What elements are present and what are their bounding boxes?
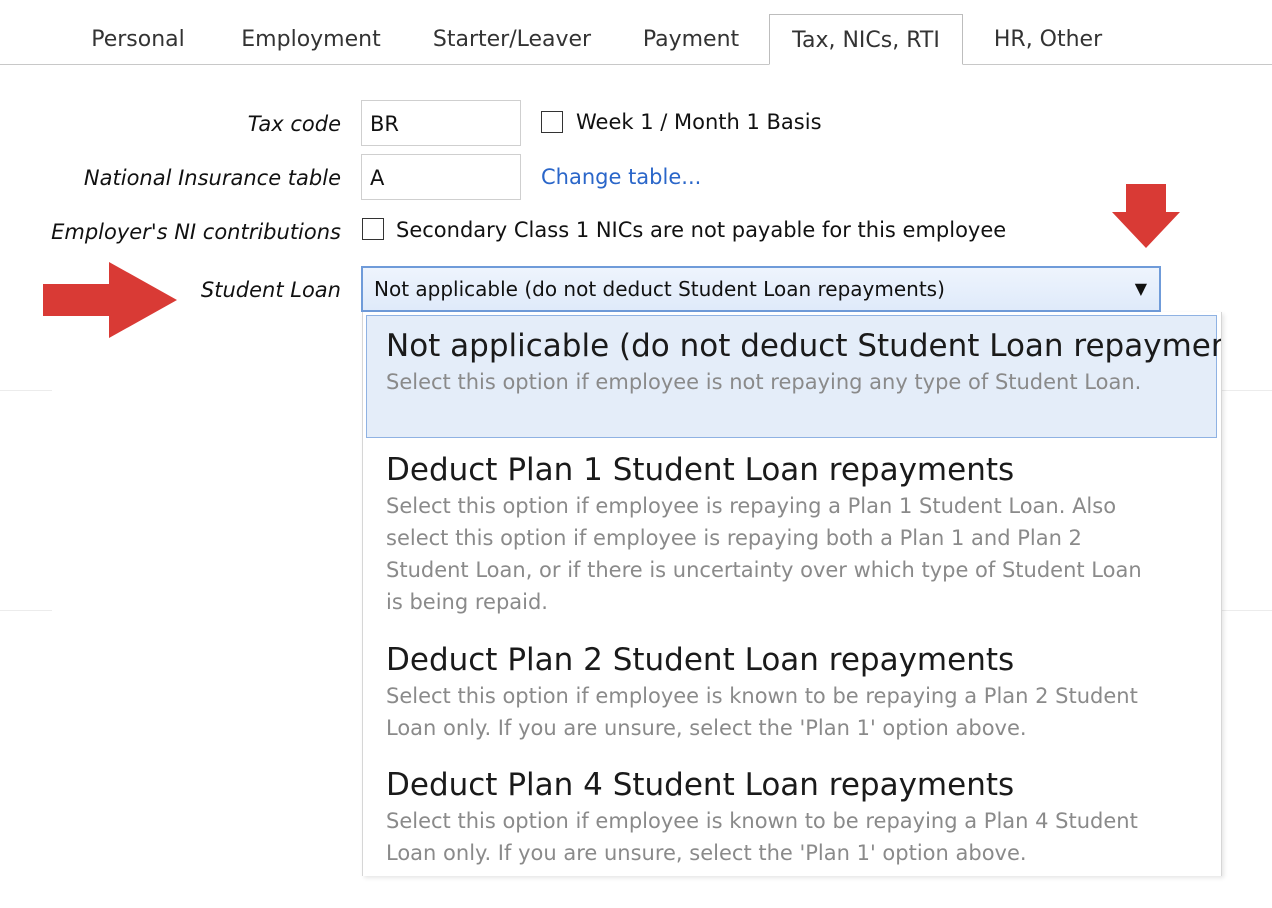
tab-employment[interactable]: Employment [226,14,396,64]
right-arrow-shape [43,262,177,338]
student-loan-select-value: Not applicable (do not deduct Student Lo… [374,277,945,301]
ni-table-input[interactable]: A [361,154,521,200]
section-divider [0,390,52,391]
tax-code-label: Tax code [247,112,341,136]
tax-code-input[interactable]: BR [361,100,521,146]
section-divider [1220,610,1272,611]
dropdown-option-plan-1[interactable]: Deduct Plan 1 Student Loan repayments Se… [363,450,1221,630]
student-loan-dropdown-list: Not applicable (do not deduct Student Lo… [362,312,1222,876]
tab-payment[interactable]: Payment [628,14,754,64]
right-arrow-icon [43,262,177,338]
tab-bar: Personal Employment Starter/Leaver Payme… [0,0,1272,66]
tab-tax-nics-rti[interactable]: Tax, NICs, RTI [769,14,963,65]
tab-starter-leaver[interactable]: Starter/Leaver [420,14,604,64]
student-loan-label: Student Loan [200,278,341,302]
option-title: Not applicable (do not deduct Student Lo… [386,328,1222,364]
option-description: Select this option if employee is known … [386,684,1138,740]
option-description: Select this option if employee is not re… [386,370,1142,394]
chevron-down-icon[interactable]: ▼ [1135,268,1147,310]
change-table-link[interactable]: Change table... [541,165,701,189]
section-divider [0,610,52,611]
ni-table-label: National Insurance table [83,166,341,190]
option-description: Select this option if employee is known … [386,809,1138,865]
section-divider [1220,390,1272,391]
week1-month1-label[interactable]: Week 1 / Month 1 Basis [576,110,822,134]
tab-hr-other[interactable]: HR, Other [978,14,1118,64]
tab-personal[interactable]: Personal [74,14,202,64]
option-description: Select this option if employee is repayi… [386,494,1142,614]
secondary-class-label[interactable]: Secondary Class 1 NICs are not payable f… [396,218,1006,242]
dropdown-option-not-applicable[interactable]: Not applicable (do not deduct Student Lo… [366,315,1222,438]
option-title: Deduct Plan 2 Student Loan repayments [386,642,1015,678]
down-arrow-shape [1112,184,1180,248]
employer-ni-label: Employer's NI contributions [51,220,341,244]
student-loan-select[interactable]: Not applicable (do not deduct Student Lo… [361,266,1161,312]
down-arrow-icon [1112,184,1180,248]
secondary-class-checkbox[interactable] [362,218,384,240]
tab-divider [0,64,1272,65]
option-title: Deduct Plan 4 Student Loan repayments [386,767,1015,803]
dropdown-option-plan-2[interactable]: Deduct Plan 2 Student Loan repayments Se… [363,640,1221,758]
dropdown-option-plan-4[interactable]: Deduct Plan 4 Student Loan repayments Se… [363,765,1221,876]
week1-month1-checkbox[interactable] [541,111,563,133]
option-title: Deduct Plan 1 Student Loan repayments [386,452,1015,488]
